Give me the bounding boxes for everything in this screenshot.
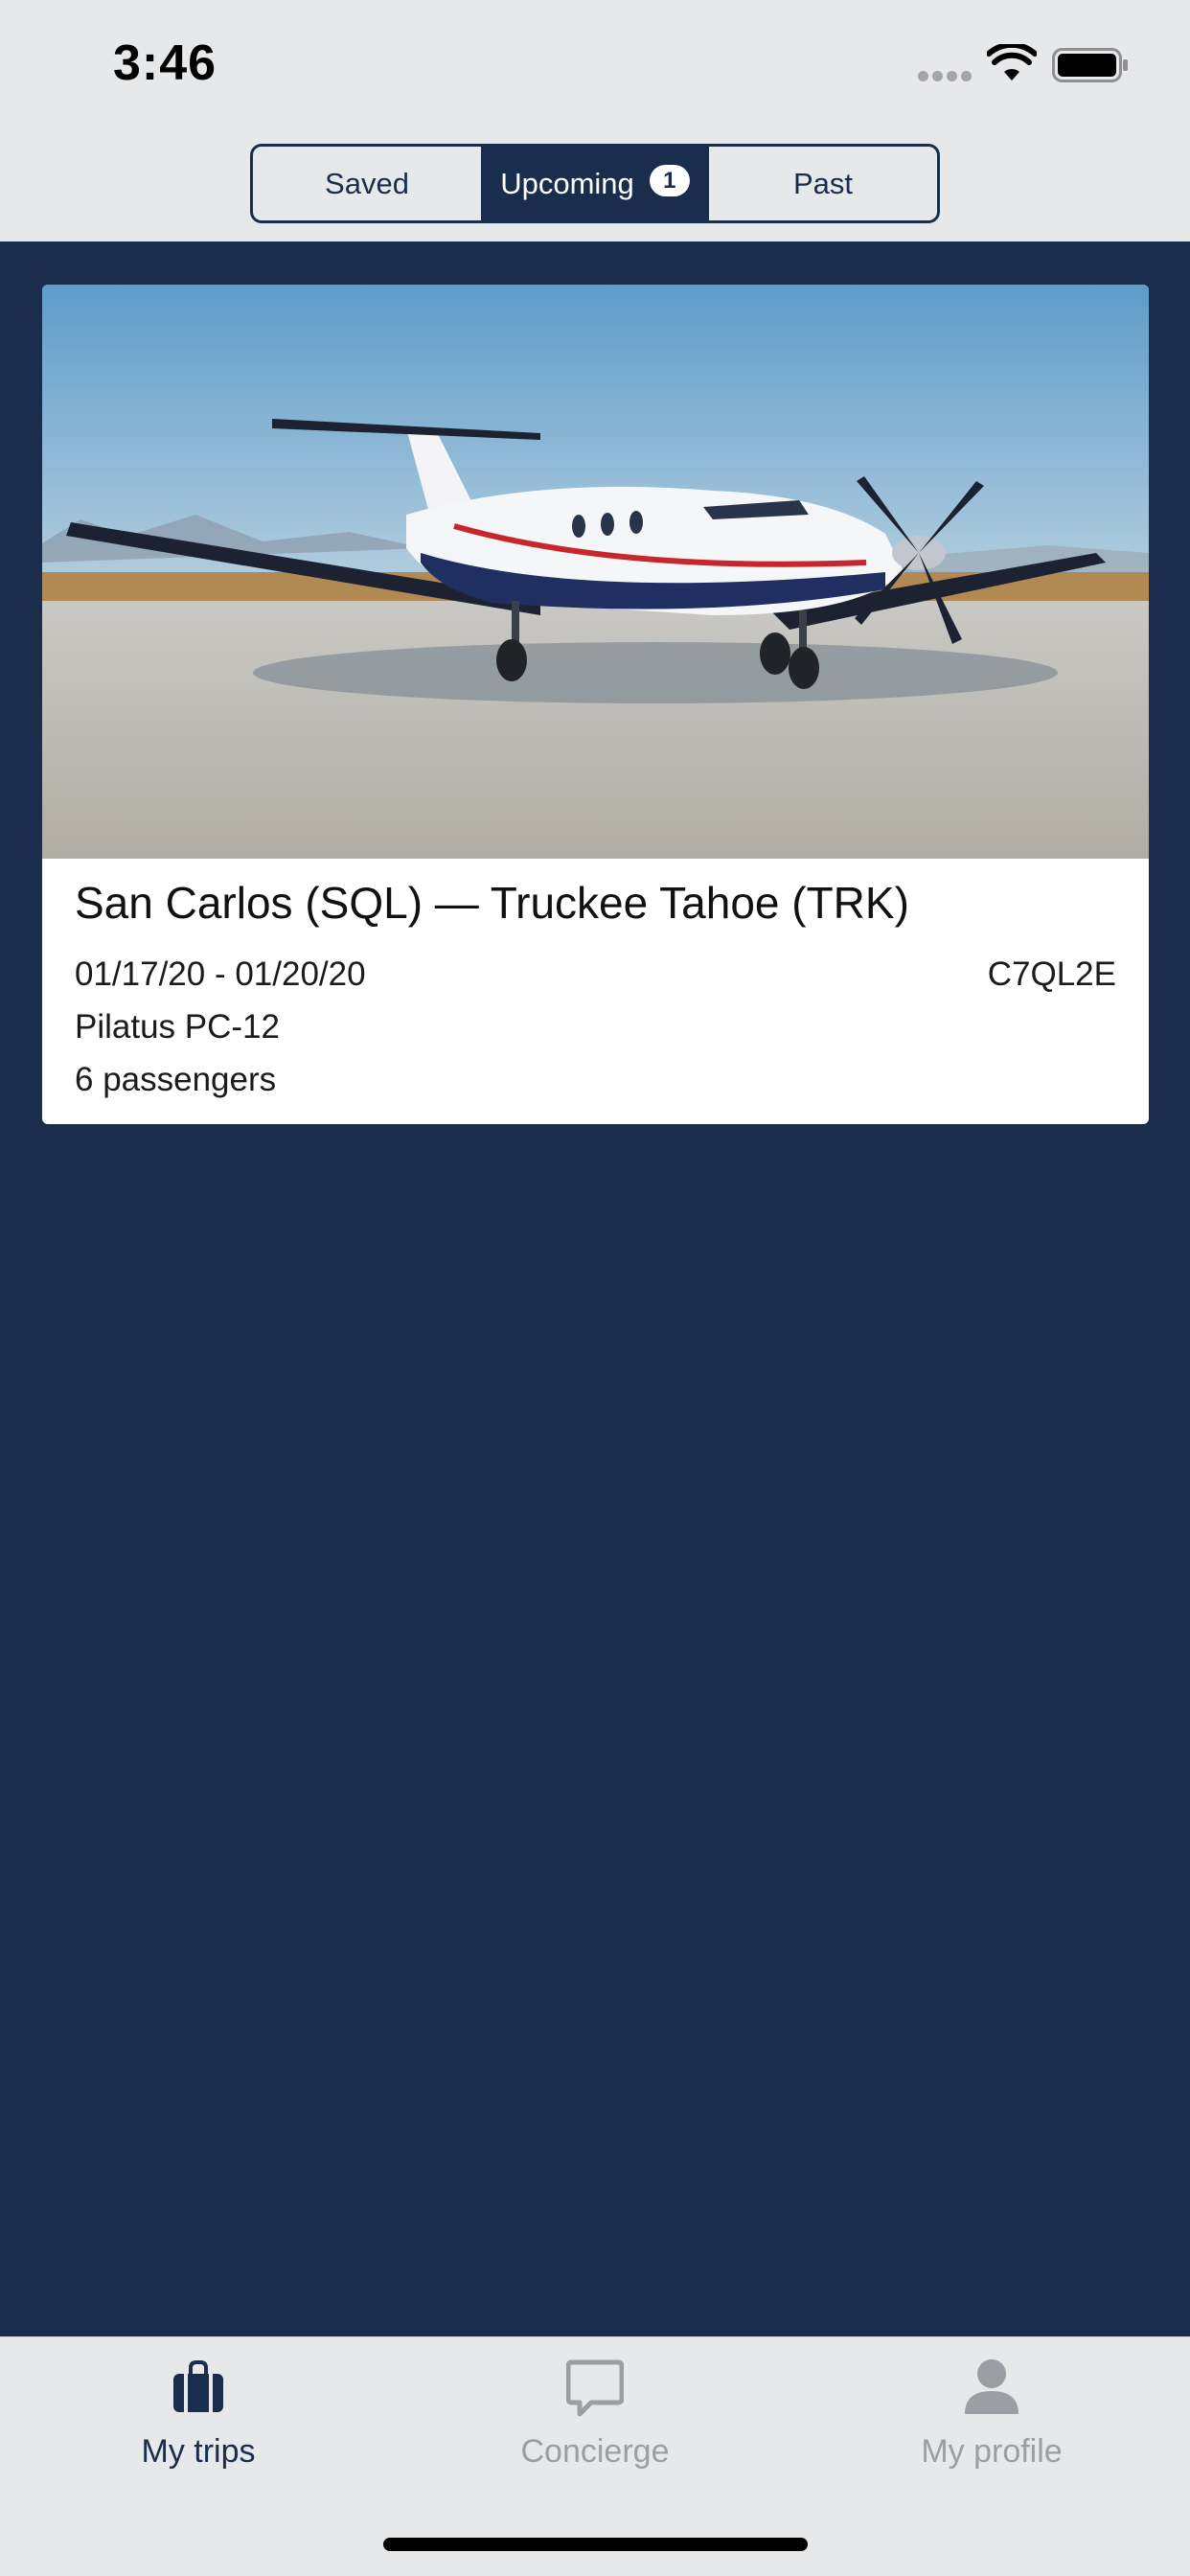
trip-filter-segmented-control: Saved Upcoming 1 Past xyxy=(250,144,940,223)
tab-my-trips-label: My trips xyxy=(141,2433,256,2470)
wifi-icon xyxy=(987,44,1037,80)
home-indicator xyxy=(383,2538,808,2551)
upcoming-count-badge: 1 xyxy=(649,165,690,196)
trip-confirmation-code: C7QL2E xyxy=(987,955,1116,993)
trip-route: San Carlos (SQL) — Truckee Tahoe (TRK) xyxy=(75,878,909,928)
trip-passengers: 6 passengers xyxy=(75,1061,277,1098)
segment-upcoming[interactable]: Upcoming 1 xyxy=(481,147,709,220)
battery-icon xyxy=(1052,48,1128,82)
segment-saved[interactable]: Saved xyxy=(253,147,481,220)
top-chrome: 3:46 Saved Upcoming 1 Past xyxy=(0,0,1190,242)
chat-bubble-icon xyxy=(566,2359,624,2417)
tab-concierge[interactable]: Concierge xyxy=(397,2337,793,2500)
segment-upcoming-label: Upcoming xyxy=(500,166,634,200)
trip-aircraft: Pilatus PC-12 xyxy=(75,1008,280,1046)
aircraft-photo xyxy=(42,285,1149,859)
cellular-signal-icon xyxy=(918,71,973,82)
segment-past-label: Past xyxy=(792,166,854,200)
tab-my-profile[interactable]: My profile xyxy=(793,2337,1190,2500)
person-icon xyxy=(965,2359,1018,2414)
briefcase-icon xyxy=(173,2360,223,2412)
trip-card[interactable]: San Carlos (SQL) — Truckee Tahoe (TRK) 0… xyxy=(42,285,1149,1124)
tab-concierge-label: Concierge xyxy=(520,2433,670,2470)
segment-past[interactable]: Past xyxy=(709,147,937,220)
trip-dates: 01/17/20 - 01/20/20 xyxy=(75,955,366,993)
status-bar: 3:46 xyxy=(0,0,1190,134)
tab-my-trips[interactable]: My trips xyxy=(0,2337,397,2500)
status-time: 3:46 xyxy=(113,35,217,91)
tab-my-profile-label: My profile xyxy=(921,2433,1063,2470)
segment-saved-label: Saved xyxy=(325,166,409,200)
